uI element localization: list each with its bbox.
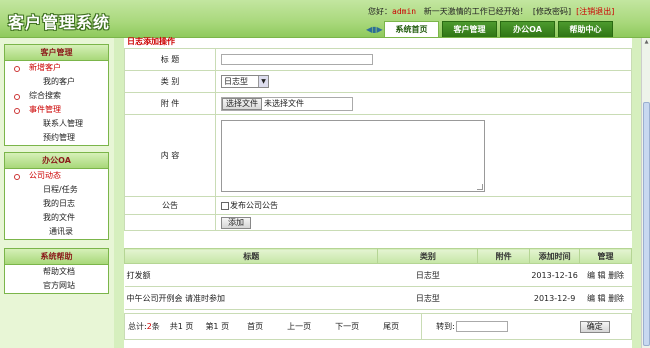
sidebar-section-title: 客户管理 [5, 45, 108, 61]
next-page-link[interactable]: 下一页 [335, 321, 359, 332]
title-input[interactable] [221, 54, 373, 65]
file-status: 未选择文件 [264, 99, 304, 108]
total-prefix: 总计: [128, 322, 147, 331]
title-label: 标 题 [124, 48, 216, 71]
vertical-scrollbar[interactable]: ▲ [641, 38, 650, 348]
sidebar-item-company-news[interactable]: 公司动态 [5, 169, 108, 183]
greeting-text: 您好： [368, 7, 392, 16]
delete-link[interactable]: 删除 [608, 271, 624, 280]
log-form: 标 题 类 别 日志型 ▼ 附 件 选择文件 未选择文件 内 容 公告 发布公司公告 [124, 48, 632, 231]
sidebar-section-customer: 客户管理 新增客户 我的客户 综合搜索 事件管理 联系人管理 预约管理 [4, 44, 109, 146]
row-category: 日志型 [377, 286, 478, 310]
row-date: 2013-12-9 [529, 286, 580, 310]
column-attachment: 附件 [477, 248, 531, 264]
sidebar-item-search[interactable]: 综合搜索 [5, 89, 108, 103]
welcome-bar: 您好：admin 新一天激情的工作已经开始！ [修改密码] [注销退出] [368, 6, 614, 17]
username: admin [392, 7, 417, 16]
category-label: 类 别 [124, 70, 216, 93]
column-category: 类别 [377, 248, 479, 264]
column-title: 标题 [123, 248, 379, 264]
empty-cell [124, 214, 216, 231]
form-section-title: 日志添加操作 [127, 37, 175, 46]
chevron-down-icon: ▼ [258, 76, 268, 87]
edit-link[interactable]: 编 辑 [587, 294, 606, 303]
pager-divider [421, 313, 423, 340]
delete-link[interactable]: 删除 [608, 294, 624, 303]
scrollbar-thumb[interactable] [643, 102, 650, 346]
sidebar: 客户管理 新增客户 我的客户 综合搜索 事件管理 联系人管理 预约管理 办公OA… [0, 38, 114, 348]
row-date: 2013-12-16 [529, 263, 580, 287]
row-category: 日志型 [377, 263, 478, 287]
sidebar-section-title: 系统帮助 [5, 249, 108, 265]
first-page-link[interactable]: 首页 [247, 321, 263, 332]
page-count: 共1 页 [169, 322, 194, 331]
sidebar-item-my-log[interactable]: 我的日志 [5, 197, 108, 211]
tab-home[interactable]: 系统首页 [384, 21, 439, 37]
table-row: 中午公司开例会 请准时参加 日志型 2013-12-9 编 辑 删除 [124, 286, 632, 310]
pagination: 总计: 2 条 共1 页 第1 页 首页 上一页 下一页 尾页 转到: 确定 [124, 313, 632, 340]
sidebar-item-schedule[interactable]: 日程/任务 [5, 183, 108, 197]
sidebar-item-my-customers[interactable]: 我的客户 [5, 75, 108, 89]
main-tabs: 系统首页 客户管理 办公OA 帮助中心 [384, 21, 616, 37]
row-title[interactable]: 打发额 [124, 263, 378, 287]
add-button[interactable]: 添加 [221, 216, 251, 229]
table-row: 打发额 日志型 2013-12-16 编 辑 删除 [124, 263, 632, 287]
sidebar-item-new-customer[interactable]: 新增客户 [5, 61, 108, 75]
last-page-link[interactable]: 尾页 [383, 321, 399, 332]
column-manage: 管理 [579, 248, 632, 264]
row-actions: 编 辑 删除 [579, 286, 632, 310]
tab-help[interactable]: 帮助中心 [558, 21, 613, 37]
welcome-message: 新一天激情的工作已经开始！ [423, 7, 528, 16]
scroll-up-icon[interactable]: ▲ [643, 39, 650, 46]
tab-office-oa[interactable]: 办公OA [500, 21, 555, 37]
content-textarea[interactable] [221, 119, 485, 192]
category-select[interactable]: 日志型 ▼ [221, 75, 269, 88]
logout-link[interactable]: [注销退出] [576, 7, 614, 16]
prev-page-link[interactable]: 上一页 [287, 321, 311, 332]
row-title[interactable]: 中午公司开例会 请准时参加 [124, 286, 378, 310]
sidebar-item-contacts[interactable]: 联系人管理 [5, 117, 108, 131]
sidebar-item-events[interactable]: 事件管理 [5, 103, 108, 117]
column-date: 添加时间 [529, 248, 581, 264]
header: 客户管理系统 您好：admin 新一天激情的工作已经开始！ [修改密码] [注销… [0, 0, 650, 38]
file-input[interactable]: 选择文件 未选择文件 [221, 96, 353, 111]
confirm-button[interactable]: 确定 [579, 320, 610, 333]
choose-file-button[interactable]: 选择文件 [222, 97, 262, 110]
category-value: 日志型 [224, 77, 248, 86]
log-table: 标题 类别 附件 添加时间 管理 打发额 日志型 2013-12-16 编 辑 … [123, 248, 632, 310]
table-header: 标题 类别 附件 添加时间 管理 [123, 248, 632, 264]
sidebar-item-official-site[interactable]: 官方网站 [5, 279, 108, 293]
sidebar-section-help: 系统帮助 帮助文档 官方网站 [4, 248, 109, 294]
content-label: 内 容 [124, 114, 216, 197]
edit-link[interactable]: 编 辑 [587, 271, 606, 280]
sidebar-section-title: 办公OA [5, 153, 108, 169]
attachment-label: 附 件 [124, 92, 216, 115]
tab-customer[interactable]: 客户管理 [442, 21, 497, 37]
row-actions: 编 辑 删除 [579, 263, 632, 287]
row-attachment [477, 263, 530, 287]
notice-checkbox[interactable] [221, 201, 229, 210]
sidebar-item-my-files[interactable]: 我的文件 [5, 211, 108, 225]
notice-label: 公告 [124, 196, 216, 215]
main-content: 日志添加操作 标 题 类 别 日志型 ▼ 附 件 选择文件 未选择文件 内 容 公告… [114, 37, 641, 348]
goto-label: 转到: [436, 322, 455, 331]
sidebar-toggle-icon[interactable]: ◀▮▶ [366, 25, 383, 34]
current-page: 第1 页 [205, 322, 230, 331]
sidebar-section-office: 办公OA 公司动态 日程/任务 我的日志 我的文件 通讯录 [4, 152, 109, 240]
row-attachment [477, 286, 530, 310]
sidebar-item-address-book[interactable]: 通讯录 [5, 225, 108, 239]
log-panel: 日志添加操作 标 题 类 别 日志型 ▼ 附 件 选择文件 未选择文件 内 容 公告… [123, 37, 632, 348]
app-logo: 客户管理系统 [8, 13, 111, 32]
goto-input[interactable] [455, 321, 508, 332]
total-suffix: 条 [151, 322, 160, 331]
sidebar-item-help-docs[interactable]: 帮助文档 [5, 265, 108, 279]
change-password-link[interactable]: [修改密码] [533, 7, 571, 16]
sidebar-item-appointments[interactable]: 预约管理 [5, 131, 108, 145]
notice-checkbox-label: 发布公司公告 [230, 201, 278, 210]
